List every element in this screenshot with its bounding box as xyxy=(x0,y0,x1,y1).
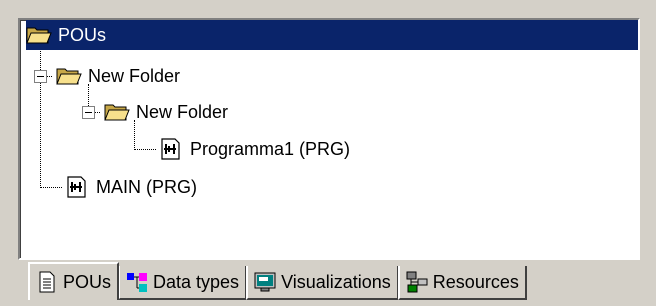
tree-item-label: POUs xyxy=(58,25,107,45)
organizer-tabs: POUs Data types Visualizations Resources xyxy=(28,262,527,300)
pou-tree[interactable]: POUs New Folder New Folder Programma1 (P… xyxy=(18,18,640,260)
visualization-icon xyxy=(254,271,276,293)
tree-item-label: MAIN (PRG) xyxy=(96,177,197,197)
data-types-icon xyxy=(126,271,148,293)
tab-data-types[interactable]: Data types xyxy=(118,266,248,300)
tab-visualizations[interactable]: Visualizations xyxy=(246,266,399,300)
tree-item-label: New Folder xyxy=(88,66,181,86)
resources-icon xyxy=(406,271,428,293)
tree-item-folder[interactable]: New Folder xyxy=(104,97,230,127)
tree-item-program[interactable]: Programma1 (PRG) xyxy=(158,134,352,164)
tree-item-label: Programma1 (PRG) xyxy=(190,139,351,159)
tree-item-pous-root[interactable]: POUs xyxy=(26,20,638,50)
tab-pous[interactable]: POUs xyxy=(28,262,120,300)
tab-resources[interactable]: Resources xyxy=(397,266,527,300)
folder-open-icon xyxy=(56,65,82,87)
tab-label: Resources xyxy=(432,271,519,292)
tree-connector xyxy=(40,48,41,188)
collapse-toggle[interactable] xyxy=(82,106,95,119)
collapse-toggle[interactable] xyxy=(34,70,47,83)
folder-open-icon xyxy=(104,101,130,123)
document-icon xyxy=(36,271,58,293)
tree-item-label: New Folder xyxy=(136,102,229,122)
tab-label: Visualizations xyxy=(281,271,391,292)
object-organizer-window: POUs New Folder New Folder Programma1 (P… xyxy=(0,0,656,306)
folder-open-icon xyxy=(26,24,52,46)
tree-connector xyxy=(40,187,62,188)
program-pou-icon xyxy=(158,138,184,160)
tree-connector xyxy=(134,149,156,150)
tree-item-program[interactable]: MAIN (PRG) xyxy=(64,172,199,202)
program-pou-icon xyxy=(64,176,90,198)
tab-label: POUs xyxy=(63,271,112,292)
tree-item-folder[interactable]: New Folder xyxy=(56,61,182,91)
tab-label: Data types xyxy=(153,271,240,292)
